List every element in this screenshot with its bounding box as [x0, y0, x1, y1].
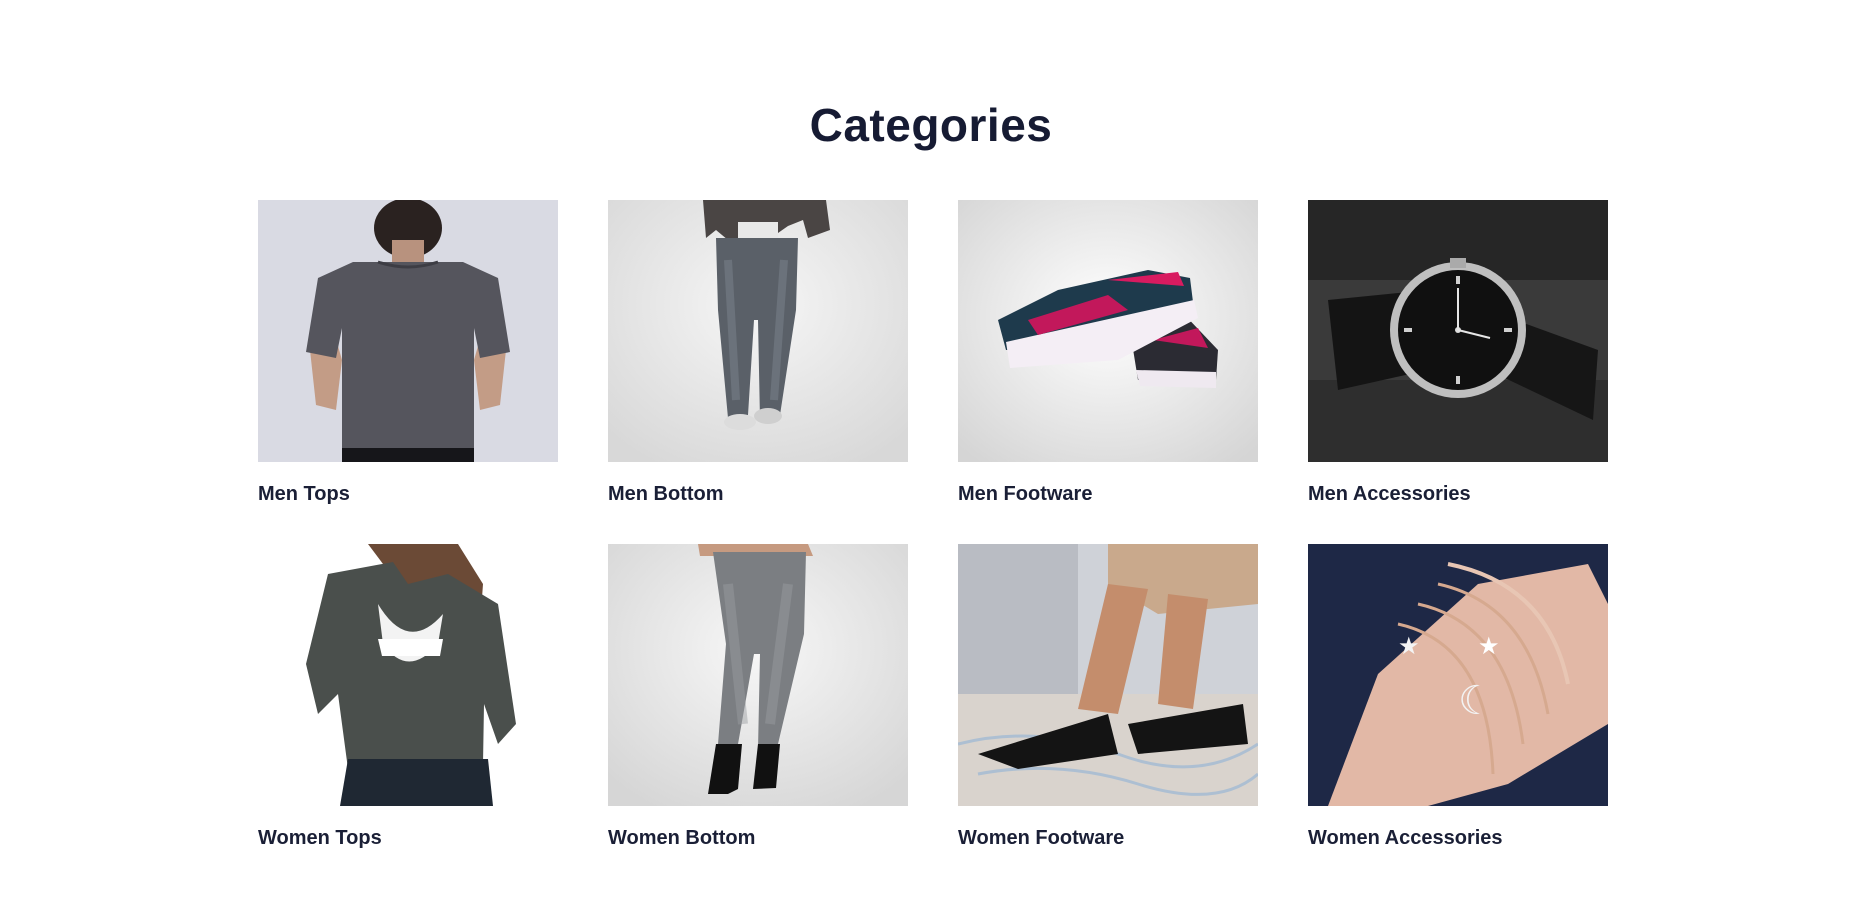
- category-image-women-accessories[interactable]: ★ ★ ☾: [1308, 544, 1608, 806]
- category-grid: Men Tops Men Bottom Men Footware Men Acc…: [258, 200, 1608, 850]
- category-image-women-bottom[interactable]: [608, 544, 908, 806]
- category-label[interactable]: Men Footware: [958, 482, 1258, 506]
- category-label[interactable]: Men Tops: [258, 482, 558, 506]
- categories-page: Categories Men Tops Men Bottom Men Footw…: [0, 0, 1862, 922]
- category-card-men-tops[interactable]: Men Tops: [258, 200, 558, 506]
- category-card-women-footware[interactable]: Women Footware: [958, 544, 1258, 850]
- svg-text:☾: ☾: [1458, 678, 1494, 724]
- svg-text:★: ★: [1478, 632, 1500, 660]
- category-image-men-bottom[interactable]: [608, 200, 908, 462]
- category-card-women-bottom[interactable]: Women Bottom: [608, 544, 908, 850]
- category-card-women-tops[interactable]: Women Tops: [258, 544, 558, 850]
- category-card-men-accessories[interactable]: Men Accessories: [1308, 200, 1608, 506]
- category-label[interactable]: Men Bottom: [608, 482, 908, 506]
- bracelets-photo: ★ ★ ☾: [1308, 544, 1608, 806]
- svg-text:★: ★: [1398, 632, 1420, 660]
- category-card-men-footware[interactable]: Men Footware: [958, 200, 1258, 506]
- category-image-women-tops[interactable]: [258, 544, 558, 806]
- category-image-men-tops[interactable]: [258, 200, 558, 462]
- section-title: Categories: [809, 99, 1053, 151]
- category-label[interactable]: Women Accessories: [1308, 826, 1608, 850]
- strappy-sandals-photo: [958, 544, 1258, 806]
- category-image-men-accessories[interactable]: [1308, 200, 1608, 462]
- tshirt-back-photo: [258, 200, 558, 462]
- wrist-watch-photo: [1308, 200, 1608, 462]
- category-card-women-accessories[interactable]: ★ ★ ☾ Women Accessories: [1308, 544, 1608, 850]
- sneakers-photo: [958, 200, 1258, 462]
- category-label[interactable]: Men Accessories: [1308, 482, 1608, 506]
- category-label[interactable]: Women Tops: [258, 826, 558, 850]
- denim-jeans-photo: [608, 200, 908, 462]
- grey-skinny-jeans-photo: [608, 544, 908, 806]
- category-label[interactable]: Women Footware: [958, 826, 1258, 850]
- category-image-women-footware[interactable]: [958, 544, 1258, 806]
- category-label[interactable]: Women Bottom: [608, 826, 908, 850]
- open-back-sweater-photo: [258, 544, 558, 806]
- category-card-men-bottom[interactable]: Men Bottom: [608, 200, 908, 506]
- category-image-men-footware[interactable]: [958, 200, 1258, 462]
